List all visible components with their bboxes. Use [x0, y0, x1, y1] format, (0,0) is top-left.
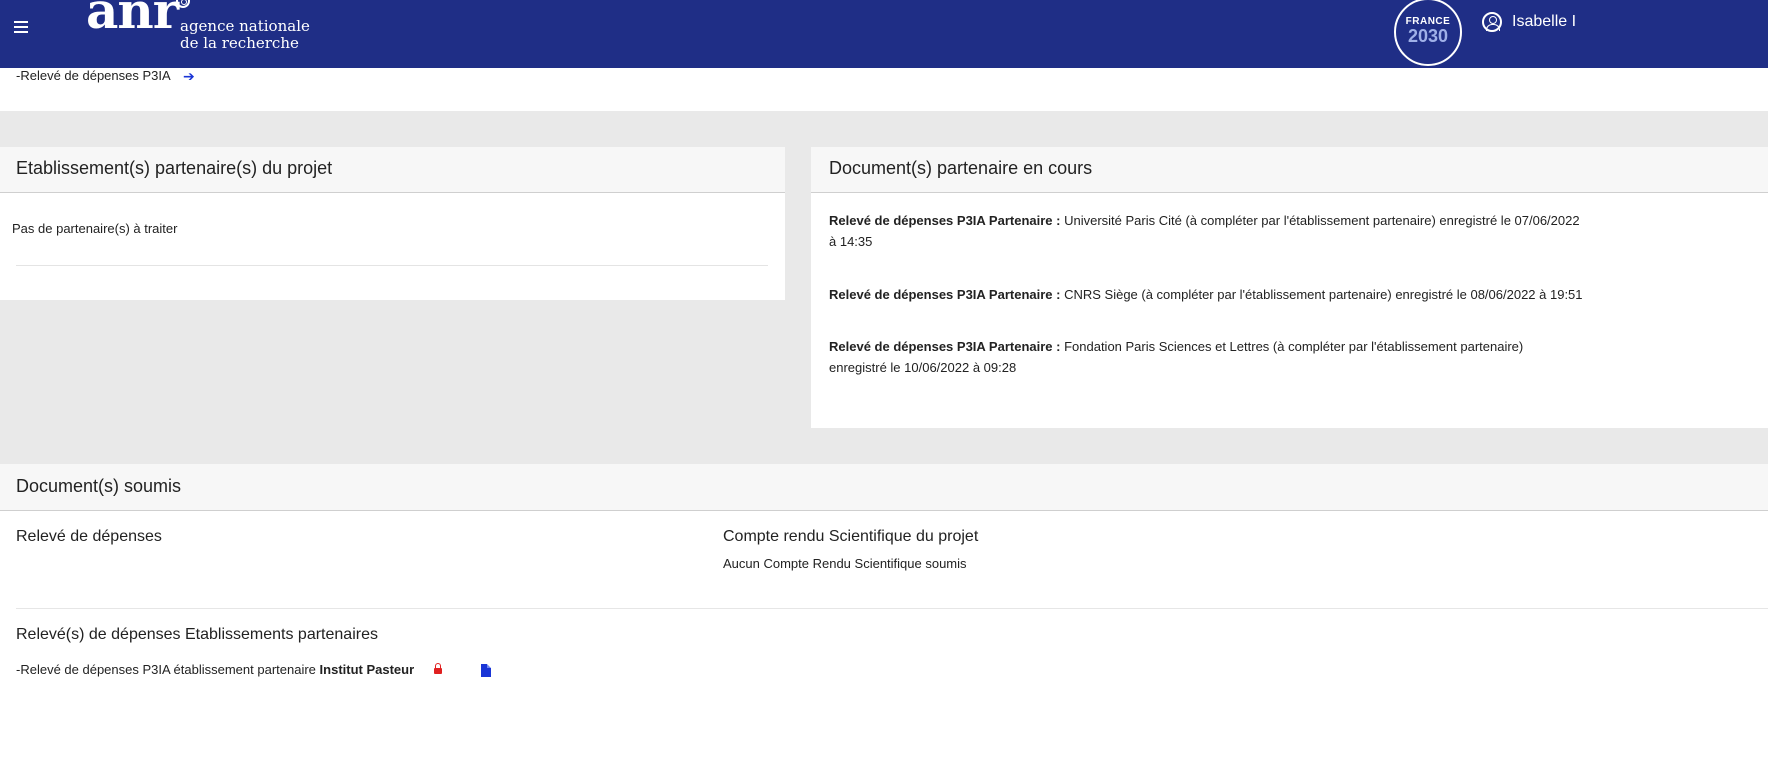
divider [16, 265, 768, 266]
user-account-icon[interactable] [1482, 12, 1502, 32]
partner-expense-item[interactable]: -Relevé de dépenses P3IA établissement p… [16, 662, 414, 677]
partner-doc-label: Relevé de dépenses P3IA Partenaire : [829, 339, 1061, 354]
partners-panel: Etablissement(s) partenaire(s) du projet… [0, 147, 785, 300]
registered-mark-icon [176, 0, 190, 8]
partner-doc-line: Relevé de dépenses P3IA Partenaire : Uni… [829, 210, 1580, 231]
partner-expense-name: Institut Pasteur [319, 662, 415, 677]
hamburger-menu-icon[interactable] [14, 18, 28, 36]
anr-logo[interactable]: anr [86, 0, 179, 36]
logo-tagline-line2: de la recherche [180, 34, 299, 52]
user-name[interactable]: Isabelle I [1512, 13, 1576, 31]
partner-doc-line2: enregistré le 10/06/2022 à 09:28 [829, 360, 1017, 375]
top-header: anr agence nationale de la recherche FRA… [0, 0, 1768, 68]
lock-icon [434, 663, 442, 674]
submitted-docs-title: Document(s) soumis [0, 464, 1768, 511]
partner-doc-detail: Fondation Paris Sciences et Lettres (à c… [1060, 339, 1524, 354]
logo-tagline: agence nationale de la recherche [180, 18, 310, 52]
partner-doc-label: Relevé de dépenses P3IA Partenaire : [829, 213, 1061, 228]
submitted-docs-panel: Document(s) soumis Relevé de dépenses Co… [0, 464, 1768, 766]
partner-doc-label: Relevé de dépenses P3IA Partenaire : [829, 287, 1061, 302]
arrow-right-icon[interactable]: ➔ [183, 68, 195, 85]
scientific-report-title: Compte rendu Scientifique du projet [723, 528, 979, 545]
partner-expense-prefix: -Relevé de dépenses P3IA établissement p… [16, 662, 320, 677]
badge-line2: 2030 [1407, 26, 1449, 46]
divider [16, 608, 1768, 609]
partner-doc-detail: Université Paris Cité (à compléter par l… [1060, 213, 1580, 228]
partner-doc-line: Relevé de dépenses P3IA Partenaire : Fon… [829, 336, 1523, 357]
partner-doc-entry[interactable]: Relevé de dépenses P3IA Partenaire : CNR… [829, 284, 1583, 305]
partner-docs-panel: Document(s) partenaire en cours Relevé d… [811, 147, 1768, 428]
partner-expenses-title: Relevé(s) de dépenses Etablissements par… [16, 626, 378, 643]
partner-doc-line2: à 14:35 [829, 234, 873, 249]
france-2030-badge: FRANCE 2030 [1394, 0, 1462, 66]
partner-doc-line: Relevé de dépenses P3IA Partenaire : CNR… [829, 284, 1583, 305]
no-scientific-report-text: Aucun Compte Rendu Scientifique soumis [723, 556, 967, 571]
partner-docs-title: Document(s) partenaire en cours [811, 147, 1768, 193]
expense-report-link[interactable]: -Relevé de dépenses P3IA [16, 68, 171, 83]
no-partners-text: Pas de partenaire(s) à traiter [12, 221, 178, 236]
partners-panel-title: Etablissement(s) partenaire(s) du projet [0, 147, 785, 193]
partner-doc-entry[interactable]: Relevé de dépenses P3IA Partenaire : Fon… [829, 336, 1523, 378]
top-link-strip: -Relevé de dépenses P3IA ➔ [0, 68, 1768, 111]
partner-doc-entry[interactable]: Relevé de dépenses P3IA Partenaire : Uni… [829, 210, 1580, 252]
logo-tagline-line1: agence nationale [180, 17, 310, 35]
expenses-title: Relevé de dépenses [16, 528, 162, 545]
file-icon[interactable] [481, 664, 491, 677]
partner-doc-detail: CNRS Siège (à compléter par l'établissem… [1060, 287, 1583, 302]
